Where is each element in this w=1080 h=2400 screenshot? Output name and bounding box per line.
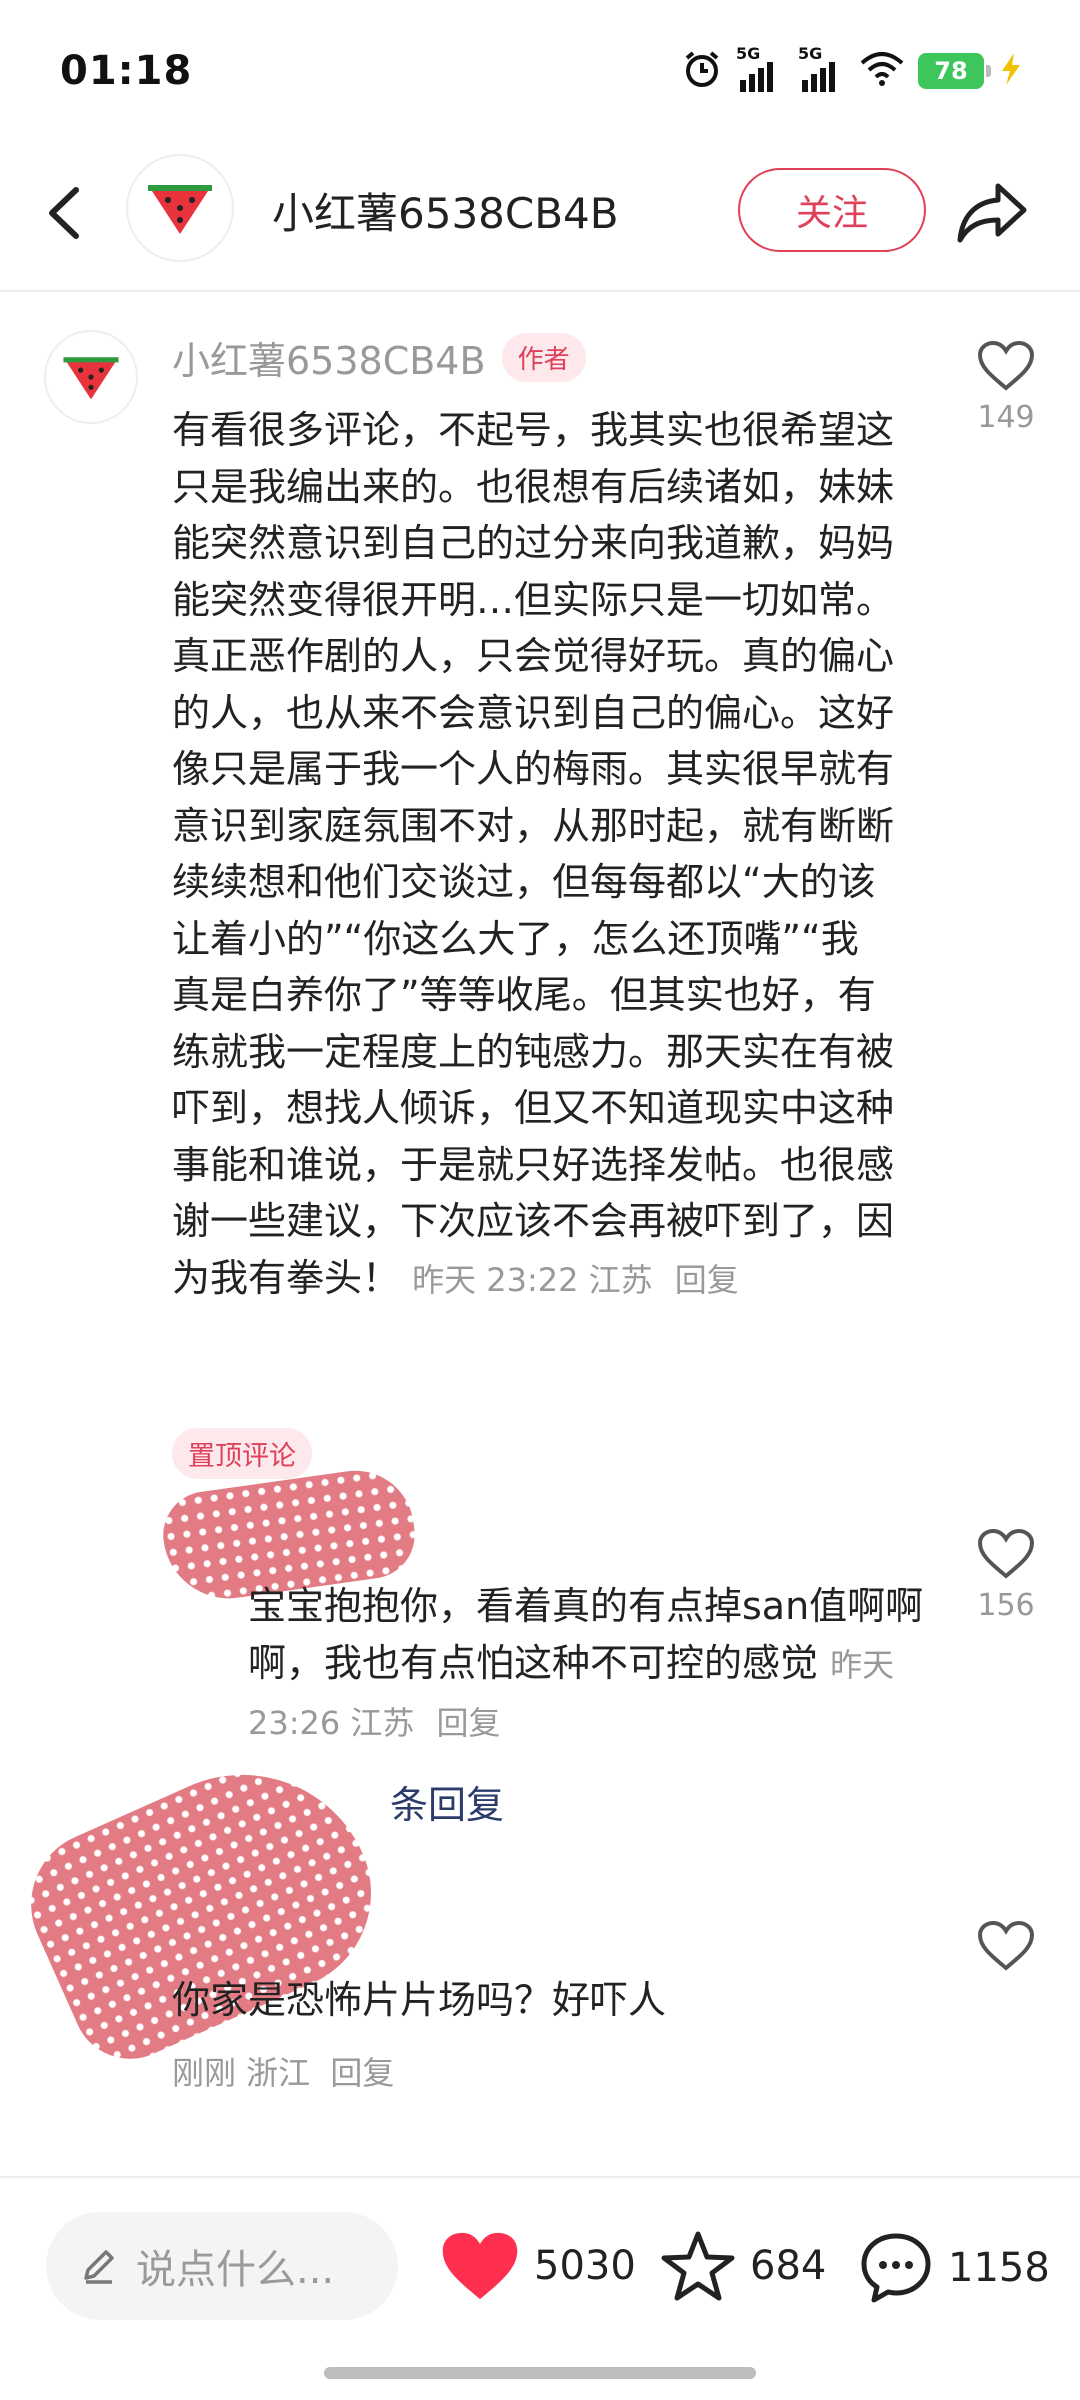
like-count: 5030	[534, 2243, 636, 2289]
heart-outline-icon	[977, 1920, 1035, 1971]
favorite-count: 684	[750, 2243, 827, 2289]
third-comment-text: 你家是恐怖片片场吗？好吓人	[172, 1978, 667, 2022]
comment-input-placeholder: 说点什么...	[136, 2247, 335, 2293]
pencil-icon	[84, 2250, 114, 2284]
third-comment-meta: 刚刚 浙江 回复	[172, 2048, 394, 2094]
reply-text: 宝宝抱抱你，看着真的有点掉san值啊啊啊，我也有点怕这种不可控的感觉	[248, 1584, 924, 1685]
reply-button[interactable]: 回复	[330, 2054, 394, 2092]
comment-text: 有看很多评论，不起号，我其实也很希望这只是我编出来的。也很想有后续诸如，妹妹能突…	[172, 408, 895, 1300]
like-count: 156	[977, 1588, 1035, 1623]
third-comment-time-location: 刚刚 浙江	[172, 2054, 311, 2092]
comment-count: 1158	[948, 2245, 1050, 2291]
watermelon-icon	[63, 357, 119, 400]
header-username[interactable]: 小红薯6538CB4B	[272, 180, 619, 241]
pinned-comment-badge: 置顶评论	[172, 1428, 312, 1479]
signal-label: 5G	[736, 44, 761, 63]
battery-icon: 78	[918, 53, 991, 89]
status-bar: 01:18 5G 5G 78	[0, 0, 1080, 140]
comment-body[interactable]: 有看很多评论，不起号，我其实也很希望这只是我编出来的。也很想有后续诸如，妹妹能突…	[172, 402, 894, 1308]
comment-author-row: 小红薯6538CB4B 作者	[172, 330, 586, 385]
third-comment-body[interactable]: 你家是恐怖片片场吗？好吓人	[172, 1972, 872, 2029]
heart-filled-icon	[442, 2232, 518, 2300]
share-icon	[957, 183, 1027, 243]
comment-time-location: 昨天 23:22 江苏	[412, 1260, 653, 1299]
alarm-icon	[682, 49, 722, 93]
signal-icon: 5G	[798, 44, 846, 94]
signal-label: 5G	[798, 44, 823, 63]
comments-button[interactable]: 1158	[858, 2230, 1050, 2306]
heart-outline-icon	[977, 340, 1035, 391]
author-badge: 作者	[501, 333, 586, 382]
comment-like-button[interactable]: 149	[966, 340, 1046, 435]
reply-like-button[interactable]: 156	[966, 1528, 1046, 1623]
charging-icon	[998, 51, 1024, 91]
header: 小红薯6538CB4B 关注	[0, 140, 1080, 292]
signal-icon: 5G	[736, 44, 784, 94]
status-time: 01:18	[60, 48, 193, 94]
status-icons: 5G 5G 78	[682, 44, 1024, 96]
star-icon	[661, 2231, 735, 2301]
wifi-icon	[860, 51, 904, 91]
comment-input[interactable]: 说点什么...	[46, 2212, 398, 2320]
heart-outline-icon	[977, 1528, 1035, 1579]
comment-avatar[interactable]	[44, 330, 138, 424]
reply-button[interactable]: 回复	[675, 1261, 739, 1299]
comment-author-name[interactable]: 小红薯6538CB4B	[172, 330, 486, 385]
third-comment-like-button[interactable]	[966, 1920, 1046, 1976]
like-count: 149	[977, 400, 1035, 435]
reply-body[interactable]: 宝宝抱抱你，看着真的有点掉san值啊啊啊，我也有点怕这种不可控的感觉 昨天 23…	[248, 1578, 928, 1752]
comment-bubble-icon	[861, 2233, 931, 2303]
back-button[interactable]	[36, 178, 96, 248]
home-indicator[interactable]	[324, 2367, 756, 2379]
like-button[interactable]: 5030	[440, 2230, 636, 2302]
reply-button[interactable]: 回复	[437, 1704, 501, 1742]
avatar[interactable]	[126, 154, 234, 262]
favorite-button[interactable]: 684	[660, 2230, 826, 2302]
watermelon-icon	[148, 185, 212, 234]
follow-button[interactable]: 关注	[738, 168, 926, 252]
expand-replies-label: 条回复	[390, 1783, 505, 1827]
share-button[interactable]	[954, 174, 1030, 250]
